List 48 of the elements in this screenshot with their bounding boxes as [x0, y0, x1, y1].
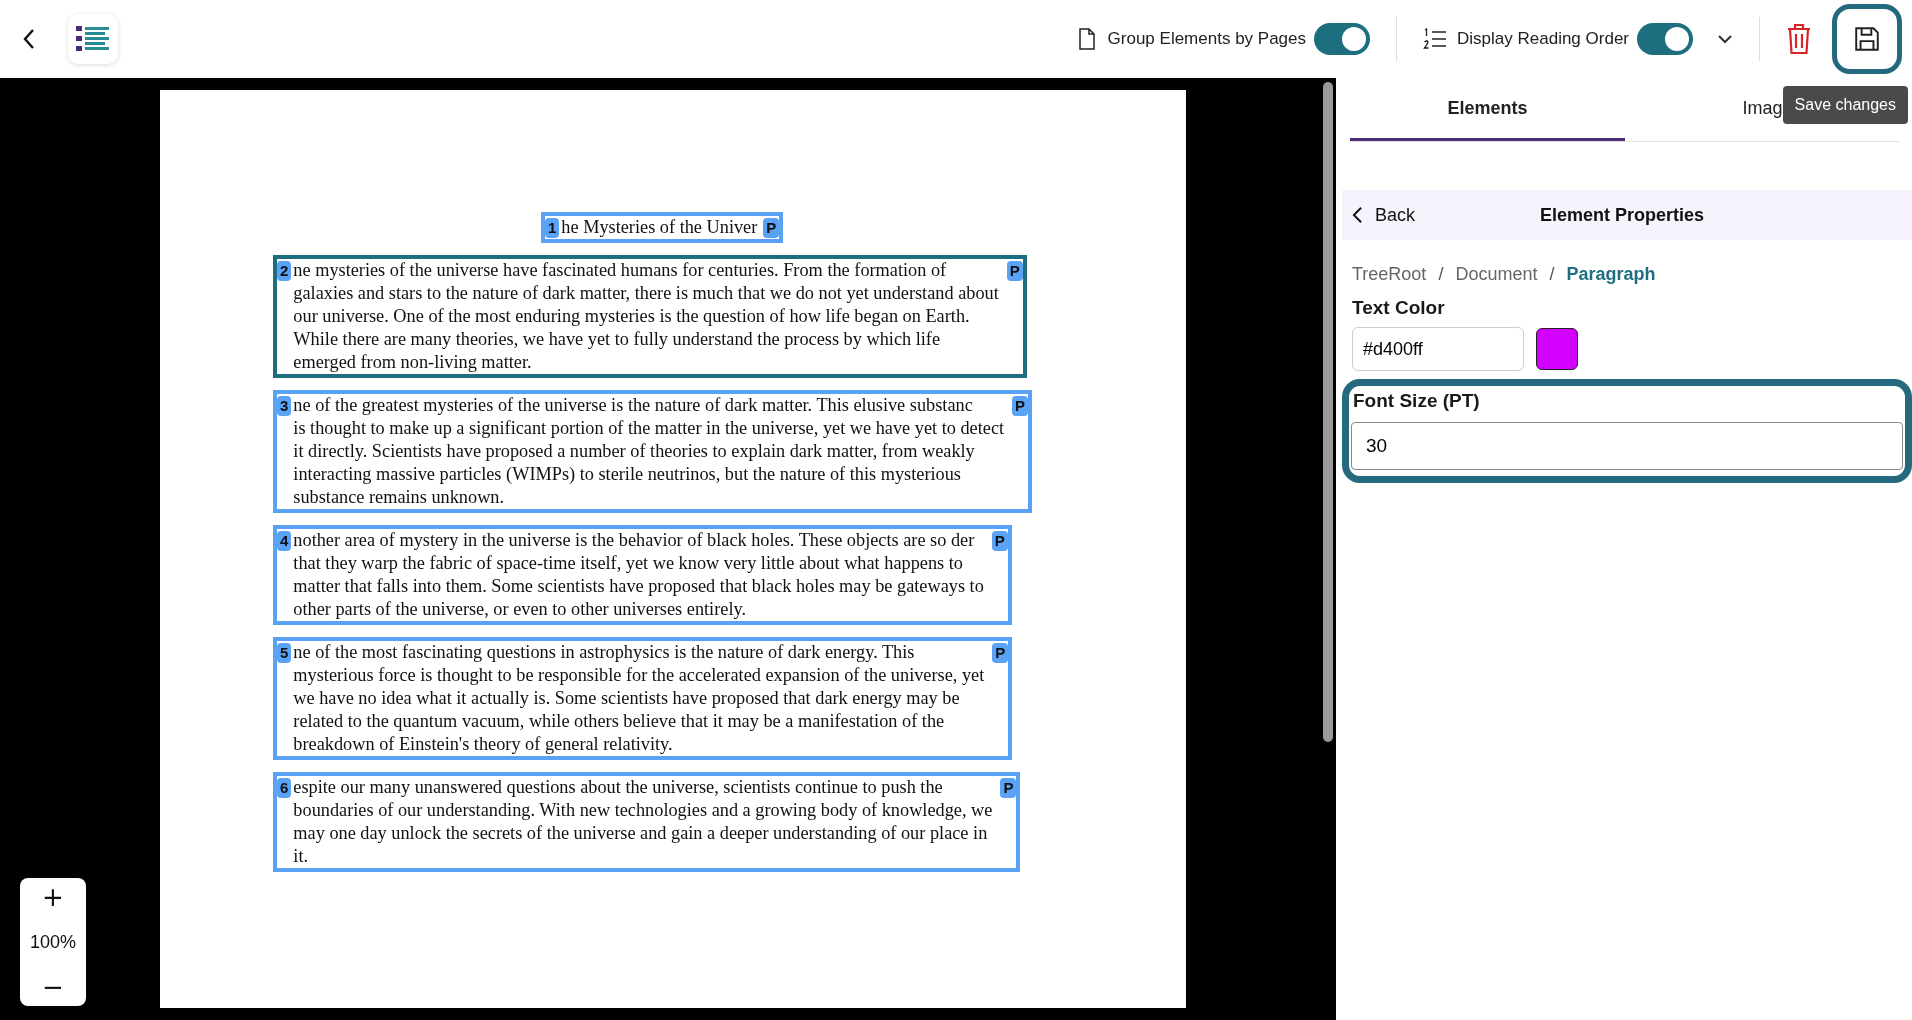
- font-size-field[interactable]: 30: [1351, 422, 1903, 470]
- chevron-down-icon[interactable]: [1717, 34, 1733, 44]
- trash-icon[interactable]: [1786, 23, 1812, 55]
- breadcrumb-separator: /: [1549, 264, 1555, 285]
- zoom-in-button[interactable]: +: [32, 882, 74, 912]
- group-by-pages-label: Group Elements by Pages: [1107, 29, 1307, 49]
- type-badge: P: [1012, 396, 1029, 416]
- panel-title: Element Properties: [1540, 204, 1705, 226]
- order-badge: 1: [545, 218, 560, 238]
- save-button[interactable]: [1832, 4, 1902, 74]
- type-badge: P: [992, 643, 1009, 663]
- tooltip: Save changes: [1782, 86, 1908, 124]
- color-field[interactable]: #d400ff: [1352, 327, 1524, 371]
- order-badge: 3: [277, 396, 292, 416]
- paragraph-text: espite our many unanswered questions about the universe, scientists continue to push the boundaries of our understanding. With new technologies and a growing body of knowledge, we may one day unlock the secrets of the universe and gain a deeper understanding of our place in it.: [293, 776, 993, 868]
- breadcrumb-item[interactable]: TreeRoot: [1352, 264, 1427, 285]
- zoom-out-button[interactable]: −: [32, 972, 74, 1002]
- breadcrumb-item[interactable]: Paragraph: [1566, 264, 1656, 285]
- type-badge: P: [1006, 261, 1023, 281]
- reading-order-toggle[interactable]: [1637, 23, 1693, 55]
- order-badge: 6: [277, 778, 292, 798]
- order-badge: 2: [277, 261, 292, 281]
- text-color-label: Text Color: [1352, 297, 1446, 319]
- panel-tab[interactable]: Elements: [1350, 78, 1625, 141]
- breadcrumb-item[interactable]: Document: [1455, 264, 1538, 285]
- element-box[interactable]: 1 he Mysteries of the Univer P: [541, 212, 784, 243]
- order-badge: 5: [277, 643, 292, 663]
- color-swatch[interactable]: [1536, 328, 1578, 370]
- back-icon[interactable]: [22, 27, 36, 51]
- chevron-left-icon: [1352, 206, 1363, 224]
- paragraph-text: ne of the most fascinating questions in astrophysics is the nature of dark energy. This mysterious force is thought to be responsible for the accelerated expansion of the universe, yet we have no idea what it actually is. Some scientists have proposed that dark energy may be related to the quantum vacuum, while others believe that it may be a manifestation of the breakdown of Einstein's theory of general relativity.: [293, 641, 985, 756]
- back-button[interactable]: Back: [1342, 204, 1424, 226]
- order-badge: 4: [277, 531, 292, 551]
- scrollbar[interactable]: [1323, 82, 1333, 742]
- paragraph-text: he Mysteries of the Univer: [561, 216, 758, 239]
- paragraph-text: ne of the greatest mysteries of the universe is the nature of dark matter. This elusive substanc is thought to make up a significant portion of the matter in the universe, yet we have yet to detect it directly. Scientists have proposed a number of theories to explain dark matter, from weakly interacting massive particles (WIMPs) to sterile neutrinos, but the nature of this mysterious substance remains unknown.: [293, 394, 1005, 509]
- type-badge: P: [991, 531, 1008, 551]
- type-badge: P: [1000, 778, 1017, 798]
- reading-order-label: Display Reading Order: [1457, 29, 1629, 49]
- numbered-list-icon: [1423, 28, 1448, 50]
- paragraph-text: ne mysteries of the universe have fascinated humans for centuries. From the formation of galaxies and stars to the nature of dark matter, there is much that we do not yet understand about our universe. One of the most enduring mysteries is the question of how life began on Earth. While there are many theories, we have yet to fully understand the process by which life emerged from non-living matter.: [293, 259, 999, 374]
- group-by-pages-toggle[interactable]: [1314, 23, 1371, 55]
- paragraph-text: nother area of mystery in the universe is the behavior of black holes. These objects are so der that they warp the fabric of space-time itself, yet we know very little about what happens to matter that falls into them. Some scientists have proposed that black holes may be gateways to other parts of the universe, or even to other universes entirely.: [293, 529, 984, 621]
- zoom-level: 100%: [29, 931, 76, 953]
- type-badge: P: [763, 218, 780, 238]
- font-size-label: Font Size (PT): [1353, 390, 1481, 412]
- page-icon: [1077, 28, 1096, 50]
- breadcrumb-separator: /: [1438, 264, 1444, 285]
